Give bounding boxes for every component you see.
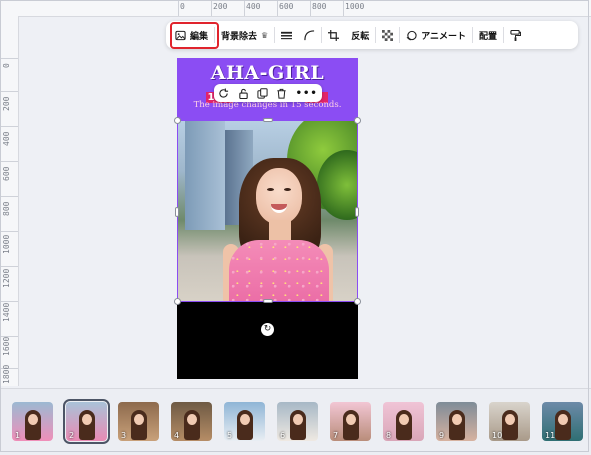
thumbnail-face: [240, 414, 250, 425]
element-context-menu: •••: [214, 84, 322, 102]
ruler-label: 1800: [2, 364, 11, 384]
ruler-label: 0: [180, 2, 185, 11]
thumbnail-number: 11: [545, 431, 556, 440]
thumbnail-number: 6: [280, 431, 286, 440]
thumbnail-face: [82, 414, 92, 425]
lock-icon[interactable]: [238, 88, 249, 99]
more-options-icon[interactable]: •••: [296, 88, 318, 99]
trash-icon[interactable]: [276, 88, 287, 99]
corner-rounding-button[interactable]: [298, 21, 321, 49]
animate-icon: [406, 30, 417, 40]
resize-handle[interactable]: [263, 299, 273, 303]
ruler-label: 1200: [2, 268, 11, 288]
resize-handle[interactable]: [355, 207, 359, 217]
edit-label: 編集: [190, 31, 209, 42]
crown-icon: ♛: [261, 30, 269, 40]
thumbnail-face: [399, 414, 409, 425]
street-photo[interactable]: [177, 120, 358, 302]
thumbnail-number: 2: [69, 431, 75, 440]
thumbnail-face: [505, 414, 515, 425]
animate-button[interactable]: アニメート: [400, 21, 472, 49]
ruler-corner: [0, 0, 19, 17]
page-thumbnail[interactable]: 6: [277, 402, 318, 441]
background-remove-button[interactable]: 背景除去 ♛: [215, 21, 274, 49]
thumbnail-number: 4: [174, 431, 180, 440]
smile: [271, 204, 287, 213]
animate-label: アニメート: [421, 31, 467, 42]
thumbnail-face: [558, 414, 568, 425]
resize-handle[interactable]: [263, 118, 273, 122]
transparency-checker-icon: [382, 29, 394, 41]
thumbnail-face: [28, 414, 38, 425]
page-thumbnail[interactable]: 7: [330, 402, 371, 441]
face: [256, 168, 302, 224]
thumbnail-face: [346, 414, 356, 425]
ruler-label: 400: [2, 131, 11, 146]
ruler-vertical: 0 200 400 600 800 1000 1200 1400 1600 18…: [0, 16, 19, 386]
background-remove-label: 背景除去: [221, 31, 258, 42]
crop-button[interactable]: [322, 21, 345, 49]
page-thumbnail[interactable]: 9: [436, 402, 477, 441]
ruler-label: 200: [213, 2, 228, 11]
thumbnail-number: 3: [121, 431, 127, 440]
eye: [267, 188, 274, 191]
page-thumbnail[interactable]: 1: [12, 402, 53, 441]
ruler-label: 1000: [345, 2, 365, 11]
thumbnail-number: 5: [227, 431, 233, 440]
page-thumbnail[interactable]: 8: [383, 402, 424, 441]
ruler-label: 0: [2, 63, 11, 68]
thumbnail-number: 7: [333, 431, 339, 440]
page-thumbnail[interactable]: 3: [118, 402, 159, 441]
ruler-label: 200: [2, 96, 11, 111]
page-thumbnail[interactable]: 11: [542, 402, 583, 441]
resize-handle[interactable]: [174, 117, 181, 124]
thumbnail-number: 9: [439, 431, 445, 440]
position-button[interactable]: 配置: [473, 21, 503, 49]
thumbnail-number: 8: [386, 431, 392, 440]
building: [185, 120, 225, 230]
border-style-button[interactable]: [275, 21, 298, 49]
flip-label: 反転: [351, 31, 370, 42]
crop-icon: [328, 29, 340, 41]
copy-style-button[interactable]: [504, 21, 527, 49]
refresh-icon[interactable]: [218, 87, 229, 99]
floral-dress: [229, 240, 329, 302]
element-toolbar: 編集 背景除去 ♛ 反転 アニメート 配置: [166, 21, 578, 49]
thumbnail-number: 10: [492, 431, 503, 440]
position-label: 配置: [479, 31, 498, 42]
line-weight-icon: [281, 31, 293, 39]
thumbnail-face: [452, 414, 462, 425]
thumbnail-number: 1: [15, 431, 21, 440]
thumbnail-face: [187, 414, 197, 425]
ruler-horizontal: 0 200 400 600 800 1000: [18, 0, 591, 17]
transparency-button[interactable]: [376, 21, 399, 49]
resize-handle[interactable]: [174, 298, 181, 305]
rotate-handle-icon[interactable]: ↻: [261, 323, 274, 336]
ruler-label: 1000: [2, 234, 11, 254]
page-thumbnail[interactable]: 10: [489, 402, 530, 441]
ruler-label: 600: [279, 2, 294, 11]
page-title[interactable]: AHA-GIRL: [177, 62, 358, 84]
resize-handle[interactable]: [354, 298, 361, 305]
edit-button[interactable]: 編集: [166, 21, 214, 49]
thumbnail-face: [293, 414, 303, 425]
duplicate-icon[interactable]: [257, 87, 268, 99]
paint-roller-icon: [510, 29, 522, 41]
flip-button[interactable]: 反転: [345, 21, 375, 49]
page-thumbnail[interactable]: 4: [171, 402, 212, 441]
ruler-label: 1400: [2, 302, 11, 322]
ruler-label: 1600: [2, 336, 11, 356]
ruler-label: 800: [312, 2, 327, 11]
thumbnail-face: [134, 414, 144, 425]
ruler-label: 600: [2, 166, 11, 181]
resize-handle[interactable]: [175, 207, 179, 217]
image-edit-icon: [175, 30, 186, 40]
resize-handle[interactable]: [354, 117, 361, 124]
page-thumbnail[interactable]: 2: [63, 399, 110, 444]
ruler-label: 800: [2, 201, 11, 216]
eye: [284, 188, 291, 191]
ruler-label: 400: [246, 2, 261, 11]
page-thumbnail[interactable]: 5: [224, 402, 265, 441]
corner-curve-icon: [304, 29, 315, 40]
